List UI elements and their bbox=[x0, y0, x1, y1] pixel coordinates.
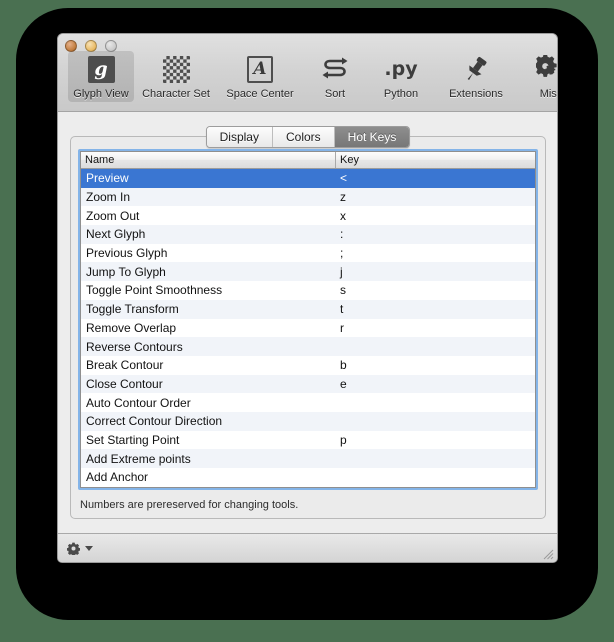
table-body: Preview < Zoom In z Zoom Out x Next Glyph: Prev… bbox=[81, 169, 535, 487]
toolbar-label-character-set: Character Set bbox=[142, 88, 210, 100]
table-row[interactable]: Auto Contour Order bbox=[81, 393, 535, 412]
cell-name: Preview bbox=[86, 171, 129, 186]
python-icon: .py bbox=[384, 57, 418, 80]
sort-icon bbox=[320, 54, 350, 84]
cell-key[interactable]: j bbox=[336, 265, 535, 279]
toolbar-item-space-center[interactable]: A Space Center bbox=[218, 51, 302, 102]
cell-name: Close Contour bbox=[86, 376, 163, 391]
preferences-tabview: Display Colors Hot Keys Name Key Preview… bbox=[70, 126, 546, 519]
toolbar-item-extensions[interactable]: Extensions bbox=[434, 51, 518, 102]
character-set-icon bbox=[162, 54, 190, 84]
cell-name: Jump To Glyph bbox=[86, 264, 166, 279]
toolbar-item-character-set[interactable]: Character Set bbox=[134, 51, 218, 102]
table-row[interactable]: Toggle Point Smoothness s bbox=[81, 281, 535, 300]
pushpin-glyph bbox=[467, 56, 487, 81]
resize-grip-icon[interactable] bbox=[542, 548, 554, 560]
cell-name: Toggle Point Smoothness bbox=[86, 283, 223, 298]
cell-name: Next Glyph bbox=[86, 227, 146, 242]
cell-name: Zoom In bbox=[86, 190, 131, 205]
toolbar-item-misc[interactable]: Misc bbox=[518, 51, 557, 102]
cell-key[interactable]: t bbox=[336, 302, 535, 316]
toolbar-label-misc: Misc bbox=[539, 88, 557, 100]
cell-name: Add Extreme points bbox=[86, 451, 191, 466]
content-pane: Display Colors Hot Keys Name Key Preview… bbox=[58, 112, 557, 533]
gear-icon[interactable] bbox=[67, 542, 80, 555]
cell-key[interactable]: < bbox=[336, 171, 535, 185]
cell-key[interactable]: s bbox=[336, 283, 535, 297]
table-row[interactable]: Zoom Out x bbox=[81, 206, 535, 226]
space-center-icon: A bbox=[247, 54, 273, 84]
toolbar-item-python[interactable]: .py Python bbox=[368, 51, 434, 102]
table-row[interactable]: Preview < bbox=[81, 169, 535, 188]
tab-display[interactable]: Display bbox=[206, 127, 273, 147]
misc-gear-icon bbox=[536, 54, 557, 84]
cell-name: Add Anchor bbox=[86, 470, 149, 485]
toolbar-label-sort: Sort bbox=[324, 88, 346, 100]
action-menu-caret-icon[interactable] bbox=[85, 545, 93, 551]
table-row[interactable]: Set Starting Point p bbox=[81, 430, 535, 450]
table-row[interactable]: Toggle Transform t bbox=[81, 299, 535, 319]
cell-name: Reverse Contours bbox=[86, 339, 183, 354]
cell-name: Previous Glyph bbox=[86, 246, 168, 261]
column-header-key[interactable]: Key bbox=[336, 152, 535, 168]
status-bar bbox=[58, 533, 557, 562]
table-row[interactable]: Previous Glyph; bbox=[81, 243, 535, 263]
table-row[interactable]: Add Extreme points bbox=[81, 449, 535, 468]
window-toolbar: g Glyph View Character Set A Space Cente… bbox=[58, 34, 557, 112]
table-row[interactable]: Zoom In z bbox=[81, 187, 535, 207]
toolbar-label-extensions: Extensions bbox=[449, 88, 503, 100]
glyph-view-icon: g bbox=[87, 54, 115, 84]
cell-key[interactable]: e bbox=[336, 377, 535, 391]
tab-hot-keys[interactable]: Hot Keys bbox=[334, 127, 410, 147]
screenshot-root: g Glyph View Character Set A Space Cente… bbox=[0, 0, 614, 642]
tab-bar: Display Colors Hot Keys bbox=[71, 126, 545, 148]
table-row[interactable]: Correct Contour Direction bbox=[81, 411, 535, 431]
toolbar-item-sort[interactable]: Sort bbox=[302, 51, 368, 102]
column-header-name[interactable]: Name bbox=[81, 152, 336, 168]
table-row[interactable]: Next Glyph: bbox=[81, 225, 535, 244]
toolbar-label-glyph-view: Glyph View bbox=[73, 88, 129, 100]
table-row[interactable]: Remove Overlap r bbox=[81, 318, 535, 338]
gear-glyph bbox=[536, 55, 557, 77]
toolbar-items: g Glyph View Character Set A Space Cente… bbox=[68, 51, 557, 102]
cell-key[interactable]: x bbox=[336, 209, 535, 223]
table-row[interactable]: Add Anchor bbox=[81, 468, 535, 487]
hint-text: Numbers are prereserved for changing too… bbox=[80, 499, 299, 511]
hot-keys-table[interactable]: Name Key Preview < Zoom In z Zoom Out x Next G… bbox=[78, 149, 538, 490]
app-window: g Glyph View Character Set A Space Cente… bbox=[57, 33, 558, 563]
cell-name: Toggle Transform bbox=[86, 302, 179, 317]
sort-arrows-glyph bbox=[322, 57, 348, 79]
toolbar-label-python: Python bbox=[383, 88, 419, 100]
cell-key[interactable]: : bbox=[336, 227, 535, 241]
table-row[interactable]: Break Contour b bbox=[81, 355, 535, 375]
cell-key[interactable]: ; bbox=[336, 246, 535, 260]
toolbar-label-space-center: Space Center bbox=[226, 88, 294, 100]
cell-key[interactable]: p bbox=[336, 433, 535, 447]
cell-name: Break Contour bbox=[86, 358, 164, 373]
toolbar-item-glyph-view[interactable]: g Glyph View bbox=[68, 51, 134, 102]
tab-colors[interactable]: Colors bbox=[272, 127, 335, 147]
cell-name: Auto Contour Order bbox=[86, 395, 191, 410]
table-row[interactable]: Close Contour e bbox=[81, 374, 535, 394]
extensions-pin-icon bbox=[461, 54, 491, 84]
table-row[interactable]: Jump To Glyph j bbox=[81, 262, 535, 282]
cell-name: Set Starting Point bbox=[86, 432, 180, 447]
cell-key[interactable]: r bbox=[336, 321, 535, 335]
cell-key[interactable]: z bbox=[336, 190, 535, 204]
cell-name: Remove Overlap bbox=[86, 320, 177, 335]
cell-name: Correct Contour Direction bbox=[86, 414, 223, 429]
cell-key[interactable]: b bbox=[336, 358, 535, 372]
cell-name: Zoom Out bbox=[86, 208, 140, 223]
table-header-row: Name Key bbox=[81, 152, 535, 169]
table-row[interactable]: Reverse Contours bbox=[81, 337, 535, 356]
